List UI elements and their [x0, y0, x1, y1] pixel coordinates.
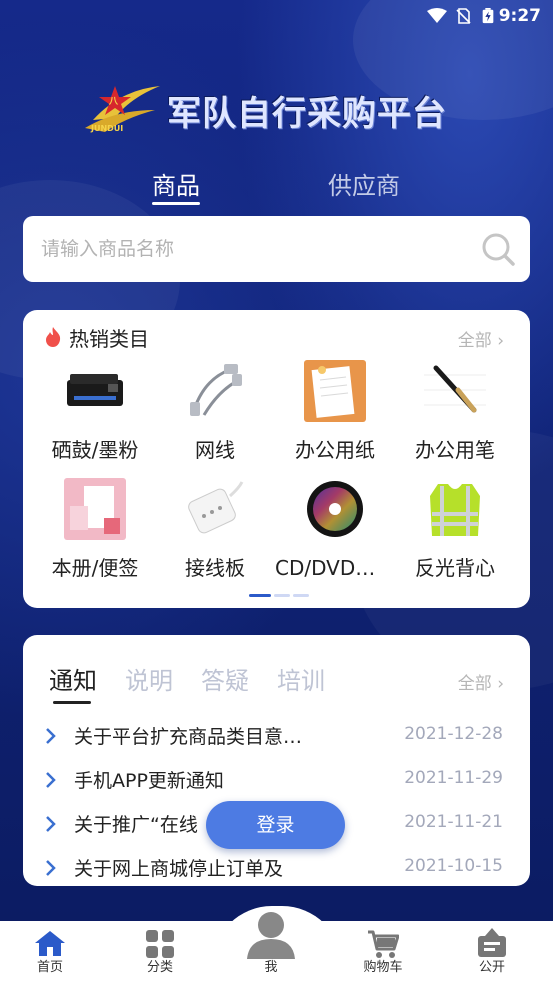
category-label: 接线板: [185, 556, 245, 580]
status-time: 9:27: [498, 6, 541, 26]
office-paper-icon: [304, 360, 366, 422]
category-item[interactable]: 硒鼓/墨粉: [35, 360, 155, 463]
wifi-icon: [427, 8, 447, 23]
nav-me[interactable]: 我: [231, 912, 311, 983]
chevron-right-icon: [46, 772, 56, 788]
page-dot: [293, 594, 309, 597]
page-dot-active: [249, 594, 271, 597]
search-bar: [23, 216, 530, 282]
login-button[interactable]: 登录: [206, 801, 345, 849]
tab-suppliers[interactable]: 供应商: [328, 166, 400, 201]
nav-label: 购物车: [363, 960, 403, 975]
nav-cart[interactable]: 购物车: [343, 921, 423, 983]
toner-cartridge-icon: [64, 360, 126, 422]
notice-item[interactable]: 手机APP更新通知 2021-11-29: [23, 759, 530, 803]
notice-title: 关于网上商城停止订单及: [74, 858, 284, 880]
notice-tabs: 通知 说明 答疑 培训: [49, 661, 325, 696]
network-cable-icon: [184, 360, 246, 422]
category-item[interactable]: 接线板: [155, 478, 275, 581]
nav-categories[interactable]: 分类: [120, 921, 200, 983]
cart-icon: [368, 930, 399, 958]
category-item[interactable]: CD/DVD刻…: [275, 478, 395, 581]
hot-categories-more-link[interactable]: 全部 ›: [458, 326, 504, 351]
user-icon: [247, 912, 295, 959]
status-bar: 9:27: [0, 0, 553, 32]
office-pen-icon: [424, 360, 486, 422]
nav-label: 首页: [36, 960, 63, 975]
category-label: 办公用纸: [295, 438, 375, 462]
notice-item[interactable]: 关于网上商城停止订单及 2021-10-15: [23, 847, 530, 886]
notice-title: 关于推广“在线: [74, 814, 198, 836]
tab-products[interactable]: 商品: [152, 166, 200, 201]
power-strip-icon: [184, 478, 246, 540]
tab-faq[interactable]: 答疑: [201, 661, 249, 696]
tab-indicator: [152, 202, 200, 205]
notice-date: 2021-11-21: [404, 812, 503, 832]
page-dot: [274, 594, 290, 597]
category-item[interactable]: 本册/便签: [35, 478, 155, 581]
category-item[interactable]: 办公用纸: [275, 360, 395, 463]
notice-more-link[interactable]: 全部 ›: [458, 669, 504, 694]
category-item[interactable]: 反光背心: [395, 478, 515, 581]
chevron-right-icon: [46, 860, 56, 876]
notice-title: 手机APP更新通知: [74, 770, 224, 792]
hot-categories-card: 热销类目 全部 › 硒鼓/墨粉 网线 办公用纸 办公用笔 本册/便签 接线板 C…: [23, 310, 530, 608]
battery-charging-icon: [482, 8, 494, 24]
logo-text: JUNDUI: [90, 124, 123, 133]
tab-notice[interactable]: 通知: [49, 661, 97, 696]
notice-date: 2021-11-29: [404, 768, 503, 788]
hot-categories-title: 热销类目: [69, 326, 149, 351]
notice-item[interactable]: 关于平台扩充商品类目意… 2021-12-28: [23, 715, 530, 759]
svg-text:八: 八: [108, 96, 119, 107]
app-title: 军队自行采购平台: [167, 94, 447, 134]
page-indicator: [249, 594, 309, 597]
board-icon: [478, 928, 506, 957]
army-emblem-icon: 八 JUNDUI: [85, 86, 160, 133]
hot-categories-header: 热销类目: [43, 324, 149, 351]
category-label: 网线: [195, 438, 235, 462]
category-item[interactable]: 网线: [155, 360, 275, 463]
search-icon[interactable]: [480, 231, 516, 267]
nav-label: 公开: [478, 960, 505, 975]
notice-date: 2021-12-28: [404, 724, 503, 744]
category-label: 办公用笔: [415, 438, 495, 462]
category-label: 本册/便签: [51, 556, 139, 580]
notice-title: 关于平台扩充商品类目意…: [74, 726, 303, 748]
tab-training[interactable]: 培训: [277, 661, 325, 696]
search-input[interactable]: [41, 216, 461, 282]
category-label: 硒鼓/墨粉: [51, 438, 139, 462]
grid-icon: [146, 930, 174, 958]
chevron-right-icon: [46, 816, 56, 832]
bottom-nav: 首页 分类 我 购物车 公开: [0, 912, 553, 983]
flame-icon: [46, 327, 61, 347]
no-sim-icon: [456, 8, 471, 24]
cd-dvd-icon: [304, 478, 366, 540]
notice-tab-indicator: [53, 701, 91, 704]
reflective-vest-icon: [424, 478, 486, 540]
nav-public[interactable]: 公开: [452, 921, 532, 983]
category-label: CD/DVD刻…: [275, 556, 395, 580]
notebook-icon: [64, 478, 126, 540]
brand-logo: 八 JUNDUI 军队自行采购平台: [85, 80, 475, 140]
home-icon: [35, 931, 65, 956]
nav-label: 分类: [146, 960, 173, 975]
tab-instructions[interactable]: 说明: [125, 661, 173, 696]
category-label: 反光背心: [415, 556, 495, 580]
chevron-right-icon: [46, 728, 56, 744]
notice-date: 2021-10-15: [404, 856, 503, 876]
nav-home[interactable]: 首页: [10, 921, 90, 983]
category-item[interactable]: 办公用笔: [395, 360, 515, 463]
nav-label: 我: [264, 960, 278, 975]
